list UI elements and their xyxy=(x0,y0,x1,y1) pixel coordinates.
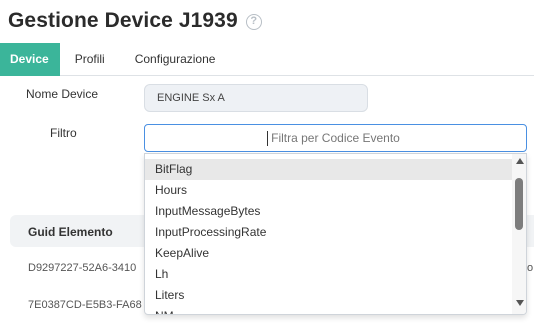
filter-input[interactable] xyxy=(144,124,527,152)
column-header-guid[interactable]: Guid Elemento xyxy=(28,225,113,239)
dropdown-option[interactable]: Lh xyxy=(145,264,512,285)
scroll-up-arrow-icon[interactable] xyxy=(516,158,524,164)
dropdown-scrollbar[interactable] xyxy=(512,154,526,314)
question-circle-icon[interactable]: ? xyxy=(245,14,262,30)
dropdown-option[interactable]: BitFlag xyxy=(145,159,512,180)
scroll-down-arrow-icon[interactable] xyxy=(516,300,524,306)
dropdown-option[interactable]: NM xyxy=(145,306,512,314)
dropdown-option[interactable]: KeepAlive xyxy=(145,243,512,264)
dropdown-option[interactable]: InputProcessingRate xyxy=(145,222,512,243)
text-caret xyxy=(267,131,268,146)
filter-dropdown[interactable]: BitFlag Hours InputMessageBytes InputPro… xyxy=(144,153,527,315)
page-title-text: Gestione Device J1939 xyxy=(8,9,238,32)
table-cell-edge: o xyxy=(527,262,534,274)
page-title: Gestione Device J1939 ? xyxy=(8,9,262,33)
tab-profili[interactable]: Profili xyxy=(60,43,120,76)
table-cell-guid: 7E0387CD-E5B3-FA68 xyxy=(28,299,142,311)
dropdown-option[interactable]: Hours xyxy=(145,180,512,201)
table-cell-guid: D9297227-52A6-3410 xyxy=(28,262,137,274)
tab-device[interactable]: Device xyxy=(0,43,60,76)
scrollbar-thumb[interactable] xyxy=(515,178,523,230)
dropdown-option[interactable]: InputMessageBytes xyxy=(145,201,512,222)
dropdown-option[interactable]: Liters xyxy=(145,285,512,306)
device-name-label: Nome Device xyxy=(26,87,99,101)
device-name-field: ENGINE Sx A xyxy=(144,84,368,112)
tab-bar: Device Profili Configurazione xyxy=(0,43,534,76)
filter-label: Filtro xyxy=(50,126,77,140)
tab-configurazione[interactable]: Configurazione xyxy=(120,43,231,76)
